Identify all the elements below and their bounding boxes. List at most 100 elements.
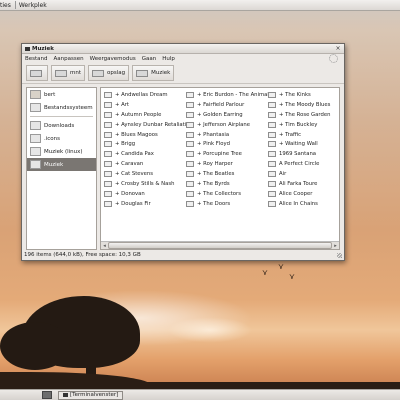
file-item[interactable]: Ali Farka Toure [265, 179, 325, 189]
file-item[interactable]: + Art [101, 100, 183, 110]
file-item[interactable]: + Fairfield Parlour [183, 100, 265, 110]
file-item-label: + Eric Burdon - The Animals [197, 91, 272, 98]
sidebar-item-bert[interactable]: bert [27, 88, 96, 101]
folder-icon [104, 101, 112, 108]
file-item[interactable]: + The Moody Blues [265, 100, 330, 110]
menubar: Bestand Aanpassen Weergavemodus Gaan Hul… [22, 54, 344, 63]
file-item[interactable]: + Donovan [101, 189, 183, 199]
panel-menu-ties[interactable]: ties [0, 2, 11, 9]
menu-hulp[interactable]: Hulp [162, 56, 175, 62]
file-item-label: + Donovan [115, 190, 145, 197]
scroll-left-icon[interactable]: ◂ [101, 243, 108, 249]
folder-icon [104, 161, 112, 168]
bird-icon: ⋎ [262, 268, 268, 277]
horizontal-scrollbar[interactable]: ◂ ▸ [101, 241, 339, 249]
menu-gaan[interactable]: Gaan [142, 56, 157, 62]
sidebar-item-muziek-linux[interactable]: Muziek (linux) [27, 145, 96, 158]
file-item[interactable]: + Traffic [265, 130, 325, 140]
folder-icon [30, 121, 41, 130]
file-item[interactable]: + Crosby Stills & Nash [101, 179, 183, 189]
location-toggle-button[interactable] [26, 65, 48, 81]
folder-icon [30, 160, 41, 169]
folder-icon [104, 91, 112, 98]
file-item[interactable]: Alice Cooper [265, 189, 325, 199]
file-item[interactable]: A Perfect Circle [265, 159, 325, 169]
folder-icon [186, 190, 194, 197]
file-item[interactable]: + The Byrds [183, 179, 265, 189]
file-item-label: + The Doors [197, 200, 231, 207]
file-item-label: Alice Cooper [279, 190, 313, 197]
folder-icon [268, 190, 276, 197]
file-item-label: + Jefferson Airplane [197, 121, 251, 128]
path-bar: mnt opslag Muziek [22, 63, 344, 84]
file-item[interactable]: + Blues Magoos [101, 130, 183, 140]
file-item-label: 1969 Santana [279, 151, 317, 158]
path-label: Muziek [151, 70, 171, 76]
scroll-right-icon[interactable]: ▸ [332, 243, 339, 249]
file-item[interactable]: + Porcupine Tree [183, 149, 265, 159]
sidebar-item-icons[interactable]: .icons [27, 132, 96, 145]
folder-icon [186, 101, 194, 108]
menu-aanpassen[interactable]: Aanpassen [54, 56, 84, 62]
sidebar-item-bestandssysteem[interactable]: Bestandssysteem [27, 101, 96, 114]
drive-icon [55, 69, 67, 77]
sidebar-item-downloads[interactable]: Downloads [27, 119, 96, 132]
path-button-muziek[interactable]: Muziek [132, 65, 175, 81]
file-item[interactable]: + Brigg [101, 139, 183, 149]
folder-icon [186, 121, 194, 128]
close-icon[interactable]: × [335, 45, 341, 52]
tree-silhouette-left [0, 322, 70, 370]
sidebar-separator [30, 116, 93, 117]
panel-menu-werkplek[interactable]: Werkplek [19, 2, 47, 9]
file-item-label: + Golden Earring [197, 111, 243, 118]
folder-icon [268, 171, 276, 178]
file-item[interactable]: + Roy Harper [183, 159, 265, 169]
file-item[interactable]: 1969 Santana [265, 149, 325, 159]
content-area: bert Bestandssysteem Downloads .icons Mu… [26, 87, 340, 250]
status-bar: 196 items (644,0 kB), Free space: 10,3 G… [24, 252, 141, 258]
file-item[interactable]: + Andwellas Dream [101, 90, 183, 100]
file-item[interactable]: Air [265, 169, 325, 179]
file-item-label: + Fairfield Parlour [197, 101, 245, 108]
file-item-label: + Pink Floyd [197, 141, 231, 148]
path-button-opslag[interactable]: opslag [88, 65, 130, 81]
menu-bestand[interactable]: Bestand [25, 56, 48, 62]
file-item[interactable]: + Douglas Fir [101, 199, 183, 209]
path-button-mnt[interactable]: mnt [51, 65, 85, 81]
file-item[interactable]: + The Kinks [265, 90, 325, 100]
drive-icon [136, 69, 149, 77]
bird-icon: ⋎ [289, 272, 295, 281]
file-item[interactable]: + Jefferson Airplane [183, 120, 265, 130]
file-item[interactable]: + Waiting Wall [265, 139, 325, 149]
drive-icon [92, 69, 104, 77]
show-desktop-button[interactable] [42, 391, 52, 399]
file-item-label: Air [279, 171, 287, 178]
file-item[interactable]: Alice In Chains [265, 199, 325, 209]
file-item[interactable]: + Tim Buckley [265, 120, 325, 130]
file-item[interactable]: + Pink Floyd [183, 139, 265, 149]
file-item[interactable]: + Phantasia [183, 130, 265, 140]
folder-icon [268, 101, 276, 108]
file-item[interactable]: + Eric Burdon - The Animals [183, 90, 272, 100]
sidebar-item-label: bert [44, 91, 56, 98]
file-item[interactable]: + The Collectors [183, 189, 265, 199]
file-item[interactable]: + The Doors [183, 199, 265, 209]
file-item[interactable]: + Cat Stevens [101, 169, 183, 179]
path-label: opslag [107, 70, 126, 76]
file-item[interactable]: + The Beatles [183, 169, 265, 179]
file-item[interactable]: + Aynsley Dunbar Retaliation [101, 120, 193, 130]
folder-icon [268, 180, 276, 187]
file-item[interactable]: + Autumn People [101, 110, 183, 120]
taskbar-button-terminal[interactable]: [Terminalvenster] [58, 390, 124, 400]
sidebar-item-label: Muziek [44, 161, 64, 168]
file-item[interactable]: + The Rose Garden [265, 110, 330, 120]
window-titlebar[interactable]: Muziek × [22, 44, 344, 54]
scrollbar-thumb[interactable] [108, 242, 332, 249]
file-item-label: + Caravan [115, 161, 144, 168]
resize-grip[interactable] [337, 253, 342, 258]
menu-weergavemodus[interactable]: Weergavemodus [90, 56, 136, 62]
file-item[interactable]: + Caravan [101, 159, 183, 169]
file-item[interactable]: + Candida Pax [101, 149, 183, 159]
sidebar-item-muziek[interactable]: Muziek [27, 158, 96, 171]
file-item[interactable]: + Golden Earring [183, 110, 265, 120]
